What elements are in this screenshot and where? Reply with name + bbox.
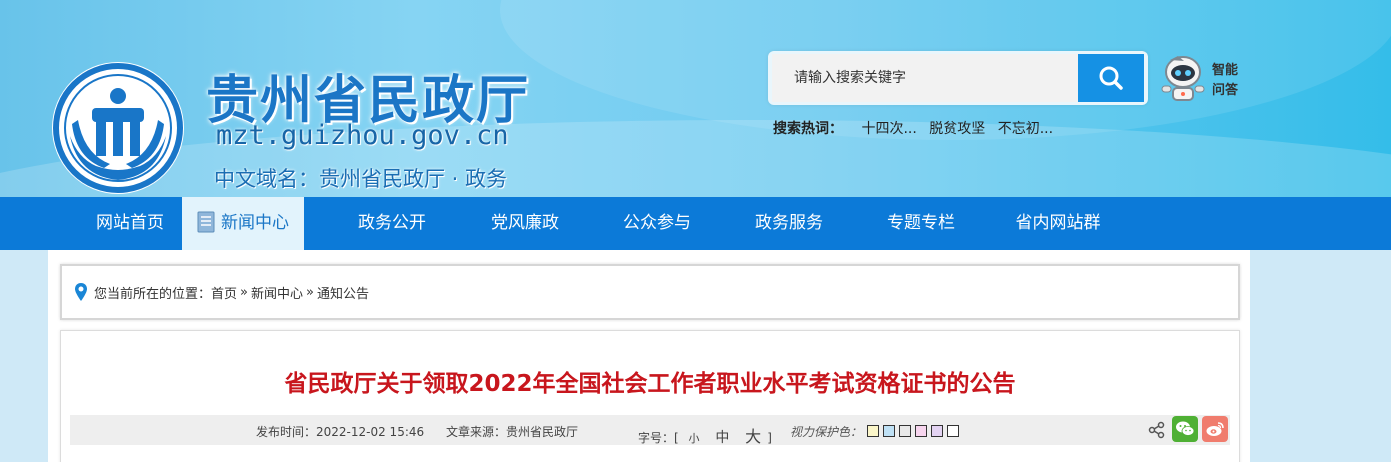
wechat-share-icon[interactable] bbox=[1172, 416, 1198, 442]
hot-word-link[interactable]: 不忘初... bbox=[998, 121, 1053, 137]
nav-item-label: 党风廉政 bbox=[491, 213, 559, 233]
site-cn-domain: 中文域名：贵州省民政厅 · 政务 bbox=[214, 167, 508, 191]
document-icon bbox=[197, 211, 215, 232]
article-title: 省民政厅关于领取2022年全国社会工作者职业水平考试资格证书的公告 bbox=[284, 371, 1016, 397]
search-box bbox=[768, 51, 1148, 105]
nav-item-label: 专题专栏 bbox=[887, 213, 955, 233]
nav-item-label: 公众参与 bbox=[623, 213, 691, 233]
nav-item-label: 省内网站群 bbox=[1015, 213, 1101, 233]
eye-care-swatch-yellow[interactable] bbox=[867, 425, 879, 437]
breadcrumb: 您当前所在的位置： 首页 » 新闻中心 » 通知公告 bbox=[74, 282, 369, 302]
article-source: 文章来源：贵州省民政厅 bbox=[446, 425, 579, 439]
publish-time: 发布时间：2022-12-02 15:46 bbox=[256, 425, 425, 439]
breadcrumb-box: 您当前所在的位置： 首页 » 新闻中心 » 通知公告 bbox=[60, 264, 1240, 320]
nav-item-home[interactable]: 网站首页 bbox=[78, 197, 182, 250]
robot-assistant-icon[interactable] bbox=[1158, 52, 1208, 106]
site-domain: mzt.guizhou.gov.cn bbox=[216, 120, 509, 151]
font-size-small-button[interactable]: 小 bbox=[689, 432, 700, 445]
breadcrumb-separator: » bbox=[240, 284, 248, 300]
font-size-label: 字号： bbox=[638, 431, 675, 445]
eye-care-swatch-pink[interactable] bbox=[915, 425, 927, 437]
hot-word-link[interactable]: 十四次... bbox=[861, 121, 916, 137]
nav-item-label: 网站首页 bbox=[96, 213, 164, 233]
location-pin-icon bbox=[75, 283, 87, 301]
breadcrumb-link-home[interactable]: 首页 bbox=[211, 283, 237, 302]
nav-item-label: 政务公开 bbox=[358, 213, 426, 233]
breadcrumb-separator: » bbox=[306, 284, 314, 300]
nav-item-site-group[interactable]: 省内网站群 bbox=[998, 197, 1118, 250]
hot-search-label: 搜索热词： bbox=[773, 121, 843, 137]
breadcrumb-link-notices[interactable]: 通知公告 bbox=[317, 283, 369, 302]
robot-assistant-label[interactable]: 智能问答 bbox=[1212, 61, 1248, 101]
eye-care-swatch-blue[interactable] bbox=[883, 425, 895, 437]
nav-item-gov-info[interactable]: 政务公开 bbox=[340, 197, 444, 250]
ministry-logo-icon[interactable] bbox=[48, 58, 188, 197]
hot-search-words: 搜索热词： 十四次... 脱贫攻坚 不忘初... bbox=[773, 118, 1061, 138]
nav-item-news[interactable]: 新闻中心 bbox=[182, 197, 304, 250]
site-header: 贵州省民政厅 mzt.guizhou.gov.cn 中文域名：贵州省民政厅 · … bbox=[0, 0, 1391, 197]
search-icon bbox=[1099, 66, 1123, 90]
article-meta-bar: 发布时间：2022-12-02 15:46 文章来源：贵州省民政厅 字号：[ 小… bbox=[70, 415, 1230, 446]
font-size-control: 字号：[ 小 中 大] bbox=[638, 427, 772, 446]
eye-care-swatch-purple[interactable] bbox=[931, 425, 943, 437]
nav-item-topics[interactable]: 专题专栏 bbox=[869, 197, 973, 250]
nav-item-integrity[interactable]: 党风廉政 bbox=[473, 197, 577, 250]
hot-word-link[interactable]: 脱贫攻坚 bbox=[929, 121, 985, 137]
nav-item-participation[interactable]: 公众参与 bbox=[605, 197, 709, 250]
weibo-icon bbox=[1206, 422, 1224, 436]
nav-item-label: 新闻中心 bbox=[221, 213, 289, 233]
breadcrumb-prefix: 您当前所在的位置： bbox=[94, 286, 212, 302]
search-button[interactable] bbox=[1078, 54, 1144, 102]
search-input[interactable] bbox=[772, 54, 1080, 102]
eye-care-label: 视力保护色： bbox=[790, 425, 863, 439]
nav-item-services[interactable]: 政务服务 bbox=[737, 197, 841, 250]
eye-care-swatch-gray[interactable] bbox=[899, 425, 911, 437]
share-icon[interactable] bbox=[1148, 421, 1166, 439]
breadcrumb-link-news[interactable]: 新闻中心 bbox=[251, 283, 303, 302]
font-size-medium-button[interactable]: 中 bbox=[715, 430, 729, 446]
main-nav: 网站首页 新闻中心 政务公开 党风廉政 公众参与 政务服务 专题专栏 省内网站群 bbox=[0, 197, 1391, 250]
font-size-large-button[interactable]: 大 bbox=[745, 427, 761, 446]
nav-item-label: 政务服务 bbox=[755, 213, 823, 233]
eye-care-swatch-white[interactable] bbox=[947, 425, 959, 437]
wechat-icon bbox=[1176, 421, 1195, 436]
weibo-share-icon[interactable] bbox=[1202, 416, 1228, 442]
